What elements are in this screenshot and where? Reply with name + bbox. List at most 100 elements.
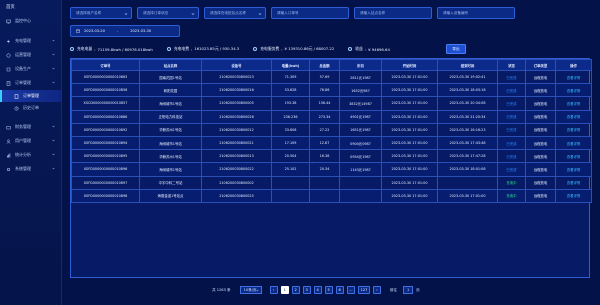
column-header[interactable]: 订单类型 bbox=[525, 59, 556, 71]
table-row[interactable]: XSFD0000000000010863 园南花园1号站 2106200030800… bbox=[71, 69, 592, 85]
table-header-row: 订单号 站点名称 设备号 电量(kwh) 总金额 折扣 开始时间 结束时间 状态 订单类型 操作 bbox=[71, 59, 592, 71]
sidebar-item-0[interactable]: 监控中心 bbox=[0, 14, 61, 28]
column-header[interactable]: 结束时间 bbox=[437, 59, 498, 71]
history-icon bbox=[14, 106, 19, 111]
table-row[interactable]: XSFD0000000000010892 华鲸苏州1号站 2106200030800… bbox=[71, 122, 592, 137]
sidebar-item-label: 设备生产 bbox=[15, 66, 31, 71]
sidebar-item-3[interactable]: 设备生产 bbox=[0, 62, 61, 76]
sidebar-item-6[interactable]: 历史订单 bbox=[0, 102, 61, 114]
sidebar-item-5[interactable]: 订单管理 bbox=[0, 90, 61, 102]
table-cell: XSCD0000000000010857 bbox=[71, 96, 140, 111]
table-cell: 16.38 bbox=[309, 149, 340, 164]
export-button[interactable]: 导出 bbox=[446, 44, 466, 54]
column-header[interactable]: 总金额 bbox=[309, 59, 340, 71]
date-end: 2023-03-30 bbox=[130, 29, 152, 33]
view-details-link[interactable]: 查看详情 bbox=[555, 149, 592, 164]
prev-page-button[interactable]: ‹ bbox=[269, 286, 278, 294]
table-row[interactable]: XSCD0000000000010857 海阔城市1号站 2106200030800… bbox=[71, 96, 592, 111]
date-range-row: 2023-03-20 - 2023-03-30 bbox=[70, 25, 590, 39]
column-header[interactable]: 操作 bbox=[555, 59, 592, 71]
table-cell bbox=[339, 175, 382, 190]
sidebar-item-7[interactable]: 财务管理 bbox=[0, 120, 61, 134]
sidebar-item-2[interactable]: 运营管理 bbox=[0, 48, 61, 62]
table-cell: XSFD0000000000010895 bbox=[71, 149, 140, 164]
column-header[interactable]: 设备号 bbox=[201, 59, 272, 71]
filter-4[interactable]: 请输入站点名称 bbox=[354, 7, 432, 19]
table-row[interactable]: XSFD0000000000010856 和阳花园 2106200030800016… bbox=[71, 83, 592, 98]
sidebar-item-label: 订单管理 bbox=[15, 80, 31, 85]
page-number-button[interactable]: 127 bbox=[358, 286, 370, 294]
table-cell: 2023-03-30 19:02:41 bbox=[437, 69, 498, 85]
table-cell: 4901元1987 bbox=[339, 109, 382, 124]
view-details-link[interactable]: 查看详情 bbox=[555, 188, 592, 203]
table-cell: 2106200030800026 bbox=[201, 109, 272, 124]
goto-page-input[interactable]: 1 bbox=[403, 286, 414, 294]
view-details-link[interactable]: 查看详情 bbox=[555, 109, 592, 124]
column-header[interactable]: 状态 bbox=[497, 59, 526, 71]
logo[interactable]: 首页 bbox=[0, 0, 61, 14]
summary-value: 71159.8kwh / 60976.018kwh bbox=[97, 46, 153, 52]
column-header[interactable]: 电量(kwh) bbox=[271, 59, 310, 71]
table-cell: 3832元14987 bbox=[339, 96, 382, 111]
filter-placeholder: 请输入订单号 bbox=[277, 10, 299, 15]
table-row[interactable]: XSFD0000000000010896 海阔城市1号站 2106200030800… bbox=[71, 162, 592, 177]
table-cell: 2023-03-30 17:01:00 bbox=[381, 135, 438, 151]
table-cell: 17.109 bbox=[271, 135, 310, 151]
filter-3[interactable]: 请输入订单号 bbox=[271, 7, 349, 19]
table-cell: 2023-03-30 17:01:00 bbox=[437, 188, 498, 203]
status-badge: 已完成 bbox=[497, 135, 526, 151]
filter-0[interactable]: 请选择用户名称 bbox=[70, 7, 132, 19]
table-cell: 2023-03-30 17:01:00 bbox=[381, 109, 438, 124]
table-cell: XSFD0000000000010897 bbox=[71, 175, 140, 190]
finance-icon bbox=[6, 125, 11, 130]
sidebar-item-8[interactable]: 用户管理 bbox=[0, 134, 61, 148]
table-cell: 2023-03-30 17:01:00 bbox=[381, 175, 438, 190]
filter-2[interactable]: 请选择充电桩站点名称 bbox=[204, 7, 266, 19]
view-details-link[interactable]: 查看详情 bbox=[555, 175, 592, 190]
table-cell: 2106200030800023 bbox=[201, 69, 272, 85]
table-row[interactable]: XSFD0000000000010898 海德金诺1号站点 210620003080… bbox=[71, 188, 592, 203]
table-cell: 华鲸苏州1号站 bbox=[139, 122, 202, 137]
view-details-link[interactable]: 查看详情 bbox=[555, 96, 592, 111]
page-number-button[interactable]: 6 bbox=[335, 286, 344, 294]
filter-5[interactable]: 请输入设备编号 bbox=[437, 7, 515, 19]
table-row[interactable]: XSFD0000000000010894 海阔城市1号站 2106200030800… bbox=[71, 135, 592, 151]
orders-table: 订单号 站点名称 设备号 电量(kwh) 总金额 折扣 开始时间 结束时间 状态 订单类型 操作 X… bbox=[70, 58, 592, 278]
summary-label: 充电电费 bbox=[173, 46, 190, 51]
page-number-button[interactable]: 2 bbox=[291, 286, 300, 294]
view-details-link[interactable]: 查看详情 bbox=[555, 122, 592, 137]
filter-1[interactable]: 请选择订单状态 bbox=[137, 7, 199, 19]
view-details-link[interactable]: 查看详情 bbox=[555, 83, 592, 98]
column-header[interactable]: 开始时间 bbox=[381, 59, 438, 71]
table-cell: 远程放电 bbox=[525, 69, 556, 85]
date-range-picker[interactable]: 2023-03-20 - 2023-03-30 bbox=[70, 25, 180, 37]
page-number-button[interactable]: 1 bbox=[280, 286, 289, 294]
column-header[interactable]: 站点名称 bbox=[139, 59, 202, 71]
column-header[interactable]: 订单号 bbox=[71, 59, 140, 71]
status-badge: 充电中 bbox=[497, 175, 526, 190]
table-row[interactable]: XSFD0000000000010895 华鲸苏州1号站 2106200030800… bbox=[71, 149, 592, 164]
view-details-link[interactable]: 查看详情 bbox=[555, 69, 592, 85]
sidebar-item-10[interactable]: 系统管理 bbox=[0, 162, 61, 176]
table-cell: 园南花园1号站 bbox=[139, 69, 202, 85]
table-cell: 华鲸苏州1号站 bbox=[139, 149, 202, 164]
sidebar-item-1[interactable]: 充电管理 bbox=[0, 34, 61, 48]
monitor-icon bbox=[6, 19, 11, 24]
page-number-button[interactable]: 5 bbox=[324, 286, 333, 294]
next-page-button[interactable]: › bbox=[372, 286, 381, 294]
table-cell: 海德金诺1号站点 bbox=[139, 188, 202, 203]
table-row[interactable]: XSFD0000000000010897 中宇中科二号站 2106200030800… bbox=[71, 175, 592, 190]
page-size-select[interactable]: 10条/页 bbox=[239, 286, 262, 294]
page-ellipsis[interactable]: ... bbox=[346, 286, 356, 294]
sidebar-item-9[interactable]: 统计分析 bbox=[0, 148, 61, 162]
table-cell: 远程放电 bbox=[525, 135, 556, 151]
page-number-button[interactable]: 4 bbox=[313, 286, 322, 294]
sidebar-item-4[interactable]: 订单管理 bbox=[0, 76, 61, 90]
view-details-link[interactable]: 查看详情 bbox=[555, 162, 592, 177]
table-cell bbox=[309, 175, 340, 190]
table-cell bbox=[437, 175, 498, 190]
view-details-link[interactable]: 查看详情 bbox=[555, 135, 592, 151]
table-row[interactable]: XSFD0000000000010886 正阳电力科技站 2106200030800… bbox=[71, 109, 592, 124]
column-header[interactable]: 折扣 bbox=[339, 59, 382, 71]
page-number-button[interactable]: 3 bbox=[302, 286, 311, 294]
